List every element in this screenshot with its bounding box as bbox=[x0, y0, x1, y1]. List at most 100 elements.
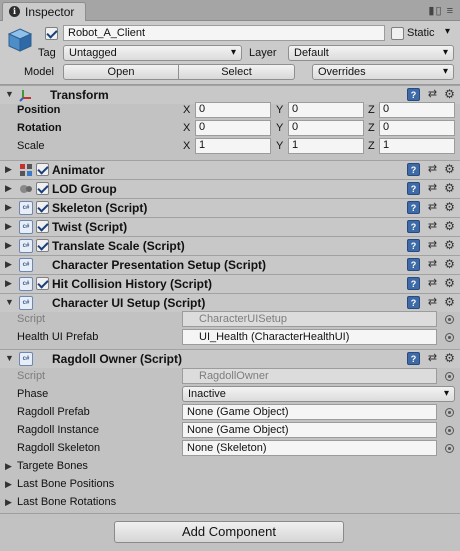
foldout-closed-icon[interactable]: ▶ bbox=[5, 202, 12, 213]
overrides-dropdown[interactable]: Overrides bbox=[312, 64, 454, 80]
lod-group-enabled-checkbox[interactable] bbox=[36, 182, 49, 195]
twist-script-header[interactable]: ▶ c# Twist (Script) ? ⇄ ⚙ bbox=[0, 217, 460, 236]
help-icon[interactable]: ? bbox=[407, 201, 420, 214]
preset-icon[interactable]: ⇄ bbox=[426, 258, 439, 271]
rotation-x-field[interactable]: 0 bbox=[195, 120, 271, 136]
last-bone-rotations-foldout[interactable]: Last Bone Rotations bbox=[17, 496, 116, 508]
open-button[interactable]: Open bbox=[63, 64, 179, 80]
preset-icon[interactable]: ⇄ bbox=[426, 352, 439, 365]
scale-label: Scale bbox=[17, 140, 45, 152]
scale-y-field[interactable]: 1 bbox=[288, 138, 364, 154]
animator-header[interactable]: ▶ Animator ? ⇄ ⚙ bbox=[0, 160, 460, 179]
window-menu-icon[interactable]: ▮▯ ≡ bbox=[428, 4, 454, 17]
gear-icon[interactable]: ⚙ bbox=[443, 296, 456, 309]
object-name-field[interactable]: Robot_A_Client bbox=[63, 25, 385, 41]
help-icon[interactable]: ? bbox=[407, 352, 420, 365]
foldout-open-icon[interactable]: ▼ bbox=[5, 353, 14, 363]
ragdoll-instance-field[interactable]: None (Game Object) bbox=[182, 422, 437, 438]
help-icon[interactable]: ? bbox=[407, 163, 420, 176]
gear-icon[interactable]: ⚙ bbox=[443, 277, 456, 290]
ragdoll-script-label: Script bbox=[17, 370, 46, 382]
twist-enabled-checkbox[interactable] bbox=[36, 220, 49, 233]
gear-icon[interactable]: ⚙ bbox=[443, 239, 456, 252]
ragdoll-prefab-field[interactable]: None (Game Object) bbox=[182, 404, 437, 420]
translate-scale-title: Translate Scale (Script) bbox=[52, 239, 185, 253]
axis-y-label: Y bbox=[276, 104, 284, 116]
foldout-closed-icon[interactable]: ▶ bbox=[5, 461, 12, 472]
hit-collision-enabled-checkbox[interactable] bbox=[36, 277, 49, 290]
object-picker-icon[interactable] bbox=[445, 333, 454, 342]
static-dropdown-icon[interactable]: ▾ bbox=[445, 26, 450, 37]
object-picker-icon[interactable] bbox=[445, 408, 454, 417]
ragdoll-owner-header[interactable]: ▼ c# Ragdoll Owner (Script) ? ⇄ ⚙ bbox=[0, 349, 460, 368]
gameobject-cube-icon bbox=[7, 28, 33, 52]
position-y-field[interactable]: 0 bbox=[288, 102, 364, 118]
gear-icon[interactable]: ⚙ bbox=[443, 258, 456, 271]
preset-icon[interactable]: ⇄ bbox=[426, 239, 439, 252]
last-bone-positions-foldout[interactable]: Last Bone Positions bbox=[17, 478, 114, 490]
foldout-open-icon[interactable]: ▼ bbox=[5, 297, 14, 307]
preset-icon[interactable]: ⇄ bbox=[426, 182, 439, 195]
lod-group-header[interactable]: ▶ LOD Group ? ⇄ ⚙ bbox=[0, 179, 460, 198]
foldout-open-icon[interactable]: ▼ bbox=[5, 89, 14, 99]
help-icon[interactable]: ? bbox=[407, 88, 420, 101]
help-icon[interactable]: ? bbox=[407, 296, 420, 309]
preset-icon[interactable]: ⇄ bbox=[426, 163, 439, 176]
lod-group-icon bbox=[20, 185, 32, 193]
add-component-button[interactable]: Add Component bbox=[114, 521, 344, 543]
scale-z-field[interactable]: 1 bbox=[379, 138, 455, 154]
position-z-field[interactable]: 0 bbox=[379, 102, 455, 118]
animator-enabled-checkbox[interactable] bbox=[36, 163, 49, 176]
preset-icon[interactable]: ⇄ bbox=[426, 220, 439, 233]
help-icon[interactable]: ? bbox=[407, 277, 420, 290]
tag-dropdown[interactable]: Untagged bbox=[63, 45, 242, 61]
help-icon[interactable]: ? bbox=[407, 182, 420, 195]
tab-inspector[interactable]: i Inspector bbox=[2, 2, 86, 21]
gear-icon[interactable]: ⚙ bbox=[443, 163, 456, 176]
character-presentation-header[interactable]: ▶ c# Character Presentation Setup (Scrip… bbox=[0, 255, 460, 274]
ragdoll-script-field: RagdollOwner bbox=[182, 368, 437, 384]
foldout-closed-icon[interactable]: ▶ bbox=[5, 183, 12, 194]
script-icon: c# bbox=[19, 258, 33, 272]
gear-icon[interactable]: ⚙ bbox=[443, 352, 456, 365]
foldout-closed-icon[interactable]: ▶ bbox=[5, 497, 12, 508]
foldout-closed-icon[interactable]: ▶ bbox=[5, 479, 12, 490]
position-x-field[interactable]: 0 bbox=[195, 102, 271, 118]
gear-icon[interactable]: ⚙ bbox=[443, 182, 456, 195]
tab-label: Inspector bbox=[25, 5, 75, 19]
ragdoll-skeleton-field[interactable]: None (Skeleton) bbox=[182, 440, 437, 456]
targete-bones-foldout[interactable]: Targete Bones bbox=[17, 460, 88, 472]
preset-icon[interactable]: ⇄ bbox=[426, 296, 439, 309]
rotation-z-field[interactable]: 0 bbox=[379, 120, 455, 136]
foldout-closed-icon[interactable]: ▶ bbox=[5, 259, 12, 270]
foldout-closed-icon[interactable]: ▶ bbox=[5, 221, 12, 232]
preset-icon[interactable]: ⇄ bbox=[426, 201, 439, 214]
phase-dropdown[interactable]: Inactive bbox=[182, 386, 455, 402]
object-picker-icon[interactable] bbox=[445, 426, 454, 435]
scale-x-field[interactable]: 1 bbox=[195, 138, 271, 154]
layer-dropdown[interactable]: Default bbox=[288, 45, 454, 61]
translate-scale-enabled-checkbox[interactable] bbox=[36, 239, 49, 252]
preset-icon[interactable]: ⇄ bbox=[426, 88, 439, 101]
translate-scale-script-header[interactable]: ▶ c# Translate Scale (Script) ? ⇄ ⚙ bbox=[0, 236, 460, 255]
rotation-y-field[interactable]: 0 bbox=[288, 120, 364, 136]
active-checkbox[interactable] bbox=[45, 27, 58, 40]
preset-icon[interactable]: ⇄ bbox=[426, 277, 439, 290]
skeleton-script-header[interactable]: ▶ c# Skeleton (Script) ? ⇄ ⚙ bbox=[0, 198, 460, 217]
help-icon[interactable]: ? bbox=[407, 239, 420, 252]
foldout-closed-icon[interactable]: ▶ bbox=[5, 278, 12, 289]
help-icon[interactable]: ? bbox=[407, 220, 420, 233]
health-ui-prefab-field[interactable]: UI_Health (CharacterHealthUI) bbox=[182, 329, 437, 345]
gear-icon[interactable]: ⚙ bbox=[443, 201, 456, 214]
skeleton-enabled-checkbox[interactable] bbox=[36, 201, 49, 214]
hit-collision-history-header[interactable]: ▶ c# Hit Collision History (Script) ? ⇄ … bbox=[0, 274, 460, 293]
static-checkbox[interactable] bbox=[391, 27, 404, 40]
foldout-closed-icon[interactable]: ▶ bbox=[5, 164, 12, 175]
select-button[interactable]: Select bbox=[178, 64, 295, 80]
foldout-closed-icon[interactable]: ▶ bbox=[5, 240, 12, 251]
help-icon[interactable]: ? bbox=[407, 258, 420, 271]
gear-icon[interactable]: ⚙ bbox=[443, 220, 456, 233]
gear-icon[interactable]: ⚙ bbox=[443, 88, 456, 101]
object-picker-icon[interactable] bbox=[445, 444, 454, 453]
character-ui-setup-header[interactable]: ▼ c# Character UI Setup (Script) ? ⇄ ⚙ bbox=[0, 293, 460, 312]
